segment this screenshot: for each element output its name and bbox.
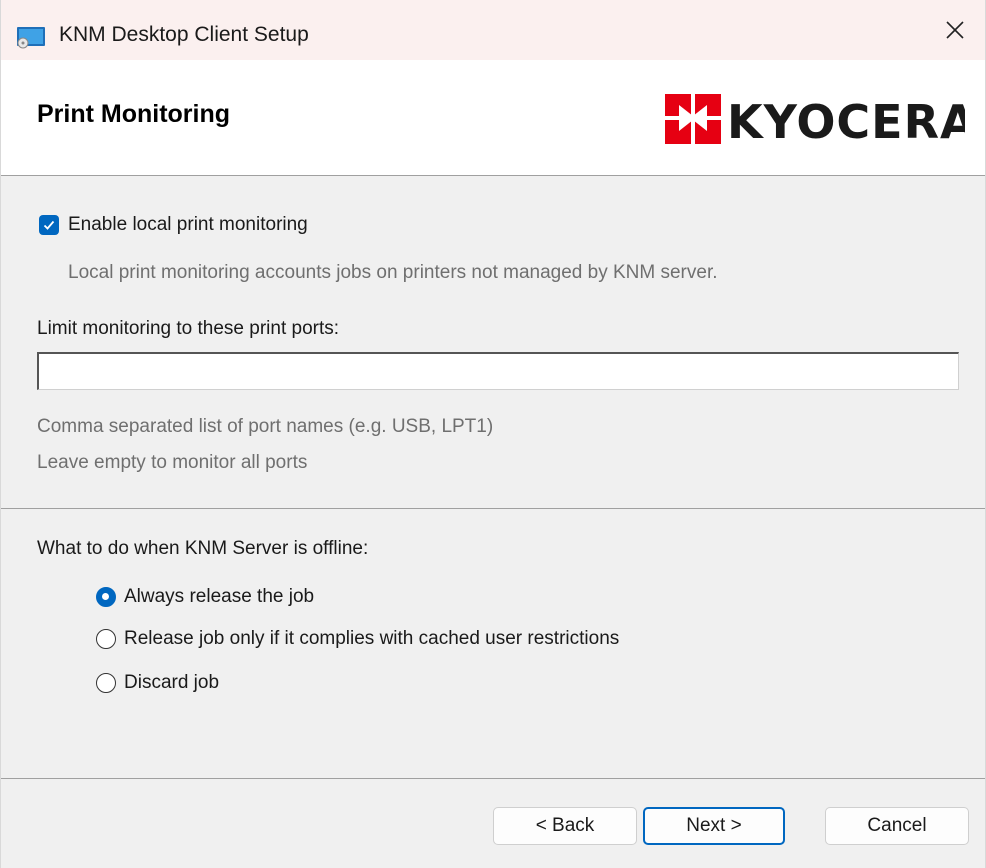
radio-button[interactable] (96, 673, 116, 693)
setup-window: KNM Desktop Client Setup Print Monitorin… (0, 0, 986, 868)
ports-label: Limit monitoring to these print ports: (37, 318, 340, 339)
close-button[interactable] (923, 0, 985, 60)
radio-label: Always release the job (124, 586, 315, 607)
radio-label: Discard job (124, 672, 220, 693)
close-icon (946, 21, 964, 39)
window-title: KNM Desktop Client Setup (59, 23, 309, 46)
page-header: Print Monitoring KYOCERA (1, 60, 985, 176)
radio-button[interactable] (96, 629, 116, 649)
radio-option-discard[interactable]: Discard job (96, 672, 219, 694)
print-ports-input[interactable] (37, 352, 959, 390)
enable-monitoring-label[interactable]: Enable local print monitoring (68, 214, 308, 236)
back-button[interactable]: < Back (493, 807, 637, 845)
next-button[interactable]: Next > (643, 807, 785, 845)
footer-divider (1, 778, 985, 779)
monitoring-description: Local print monitoring accounts jobs on … (68, 262, 718, 283)
kyocera-logo: KYOCERA (663, 86, 976, 157)
checkmark-icon (43, 220, 55, 230)
installer-app-icon (16, 26, 46, 55)
logo-wordmark: KYOCERA (727, 95, 965, 149)
ports-hint-format: Comma separated list of port names (e.g.… (37, 416, 494, 437)
section-divider (1, 508, 985, 509)
ports-hint-empty: Leave empty to monitor all ports (37, 452, 308, 473)
cancel-button[interactable]: Cancel (825, 807, 969, 845)
radio-option-cached-restrictions[interactable]: Release job only if it complies with cac… (96, 628, 619, 650)
offline-behavior-label: What to do when KNM Server is offline: (37, 538, 369, 559)
enable-monitoring-checkbox[interactable] (39, 215, 59, 235)
radio-option-always-release[interactable]: Always release the job (96, 586, 314, 608)
title-bar: KNM Desktop Client Setup (1, 0, 985, 60)
radio-label: Release job only if it complies with cac… (124, 628, 620, 649)
page-title: Print Monitoring (37, 100, 231, 128)
radio-button[interactable] (96, 587, 116, 607)
